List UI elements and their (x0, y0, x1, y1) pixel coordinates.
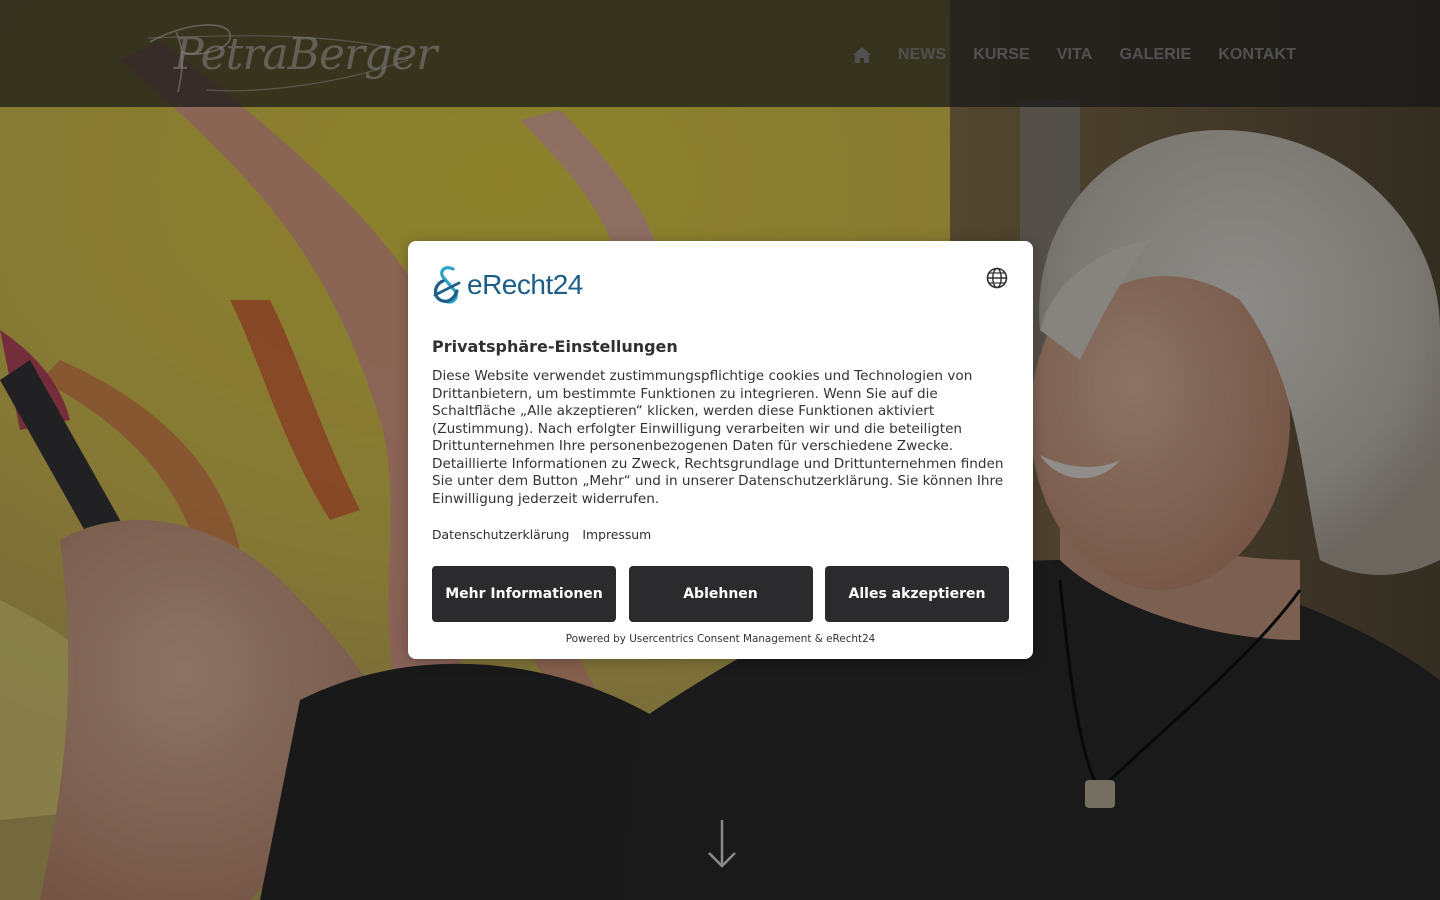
consent-brand-name: eRecht24 (467, 269, 583, 300)
scroll-down-button[interactable] (706, 818, 738, 870)
privacy-policy-link[interactable]: Datenschutzerklärung (432, 527, 569, 542)
accept-all-button[interactable]: Alles akzeptieren (825, 566, 1009, 622)
consent-dialog: eRecht24 Privatsphäre-Einstellungen Dies… (408, 241, 1033, 659)
arrow-down-icon (708, 820, 736, 868)
consent-description: Diese Website verwendet zustimmungspflic… (432, 368, 1004, 507)
powered-by-text: Powered by Usercentrics Consent Manageme… (565, 633, 876, 645)
more-info-button[interactable]: Mehr Informationen (432, 566, 616, 622)
erecht24-logo-icon (433, 266, 461, 304)
consent-brand-logo: eRecht24 (431, 265, 583, 305)
language-button[interactable] (986, 267, 1008, 289)
page: PetraBerger NEWS KURSE VITA GALERIE KONT… (0, 0, 1440, 900)
globe-icon (986, 267, 1008, 289)
consent-button-row: Mehr Informationen Ablehnen Alles akzept… (432, 566, 1009, 622)
consent-links: Datenschutzerklärung Impressum (432, 527, 660, 542)
consent-title: Privatsphäre-Einstellungen (432, 337, 678, 356)
deny-button[interactable]: Ablehnen (628, 566, 813, 622)
imprint-link[interactable]: Impressum (582, 527, 651, 542)
